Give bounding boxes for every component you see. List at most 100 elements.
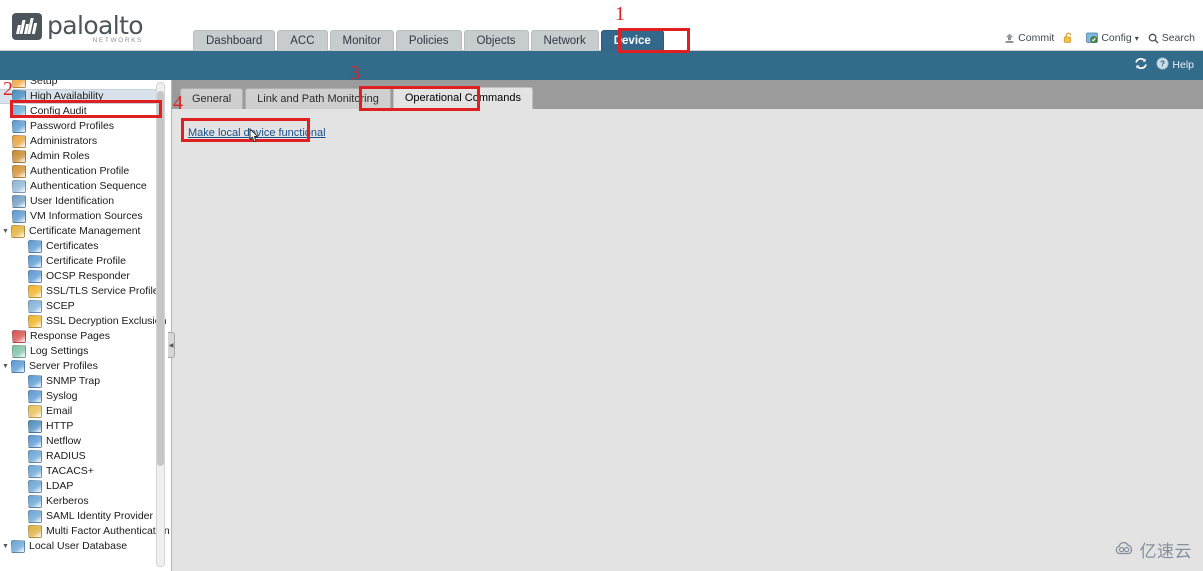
- sidebar-item-setup[interactable]: Setup: [0, 80, 160, 89]
- watermark: 亿速云: [1114, 537, 1193, 562]
- sidebar-item-snmp-trap[interactable]: SNMP Trap: [0, 374, 160, 389]
- svg-text:?: ?: [1160, 59, 1165, 69]
- netflow-icon: [28, 435, 42, 448]
- sidebar-item-label: Certificates: [46, 240, 99, 253]
- vm-info-sources-icon: [12, 210, 26, 223]
- device-sidebar: SetupHigh AvailabilityConfig Audit Passwo…: [0, 80, 172, 571]
- nav-tab-policies[interactable]: Policies: [396, 30, 462, 51]
- sidebar-item-label: Certificate Profile: [46, 255, 126, 268]
- auth-profile-icon: [12, 165, 26, 178]
- sidebar-item-local-user-database[interactable]: ▼ Local User Database: [0, 539, 160, 554]
- sidebar-item-scep[interactable]: SCEP: [0, 299, 160, 314]
- twisty-expand-icon[interactable]: ▼: [0, 224, 11, 239]
- sidebar-item-label: SNMP Trap: [46, 375, 100, 388]
- lock-open-icon: [1063, 32, 1074, 44]
- sidebar-item-ssl-tls-service-profile[interactable]: SSL/TLS Service Profile: [0, 284, 160, 299]
- sidebar-item-certificates[interactable]: Certificates: [0, 239, 160, 254]
- lock-open-button[interactable]: [1063, 32, 1077, 44]
- sidebar-item-password-profiles[interactable]: Password Profiles: [0, 119, 160, 134]
- nav-tab-objects[interactable]: Objects: [464, 30, 529, 51]
- high-availability-icon: [12, 90, 26, 103]
- sidebar-collapse-handle[interactable]: ◀: [168, 332, 175, 358]
- sidebar-item-ssl-decryption-exclusion[interactable]: SSL Decryption Exclusion: [0, 314, 160, 329]
- sidebar-item-vm-information-sources[interactable]: VM Information Sources: [0, 209, 160, 224]
- search-button[interactable]: Search: [1148, 32, 1195, 44]
- snmp-trap-icon: [28, 375, 42, 388]
- sidebar-item-kerberos[interactable]: Kerberos: [0, 494, 160, 509]
- sidebar-item-list: SetupHigh AvailabilityConfig Audit Passwo…: [0, 80, 160, 554]
- sidebar-item-admin-roles[interactable]: Admin Roles: [0, 149, 160, 164]
- sidebar-item-high-availability[interactable]: High Availability: [0, 89, 160, 104]
- content-body: Make local device functional: [172, 109, 1203, 571]
- nav-tab-acc[interactable]: ACC: [277, 30, 327, 51]
- nav-tab-monitor[interactable]: Monitor: [330, 30, 394, 51]
- nav-tab-dashboard[interactable]: Dashboard: [193, 30, 275, 51]
- config-dropdown[interactable]: Config ▾: [1086, 32, 1138, 44]
- nav-tab-network[interactable]: Network: [531, 30, 599, 51]
- sidebar-scrollbar-thumb[interactable]: [157, 91, 164, 466]
- sidebar-item-label: Syslog: [46, 390, 78, 403]
- http-icon: [28, 420, 42, 433]
- config-icon: [1086, 32, 1098, 44]
- sidebar-item-label: Password Profiles: [30, 120, 114, 133]
- brand-name: paloalto: [47, 13, 143, 38]
- help-icon: ?: [1156, 57, 1169, 73]
- sidebar-item-label: Admin Roles: [30, 150, 90, 163]
- sidebar-item-label: SSL Decryption Exclusion: [46, 315, 166, 328]
- sidebar-item-label: Log Settings: [30, 345, 88, 358]
- sidebar-item-authentication-sequence[interactable]: Authentication Sequence: [0, 179, 160, 194]
- sidebar-item-authentication-profile[interactable]: Authentication Profile: [0, 164, 160, 179]
- sub-bar-actions: ? Help: [1134, 57, 1194, 73]
- sidebar-item-radius[interactable]: RADIUS: [0, 449, 160, 464]
- sidebar-item-label: Administrators: [30, 135, 97, 148]
- sidebar-item-label: Kerberos: [46, 495, 89, 508]
- tab-link-and-path-monitoring[interactable]: Link and Path Monitoring: [245, 88, 391, 109]
- local-user-db-icon: [11, 540, 25, 553]
- sub-bar: ? Help: [0, 51, 1203, 80]
- commit-button[interactable]: Commit: [1004, 32, 1054, 44]
- sidebar-item-response-pages[interactable]: Response Pages: [0, 329, 160, 344]
- sidebar-item-ocsp-responder[interactable]: OCSP Responder: [0, 269, 160, 284]
- certificates-icon: [28, 240, 42, 253]
- sidebar-item-tacacs[interactable]: TACACS+: [0, 464, 160, 479]
- tab-operational-commands[interactable]: Operational Commands: [393, 87, 533, 109]
- sidebar-item-label: Config Audit: [30, 105, 87, 118]
- twisty-expand-icon[interactable]: ▼: [0, 539, 11, 554]
- search-label: Search: [1162, 32, 1195, 44]
- sidebar-item-label: SSL/TLS Service Profile: [46, 285, 159, 298]
- refresh-button[interactable]: [1134, 57, 1148, 73]
- nav-tab-device[interactable]: Device: [601, 30, 664, 51]
- twisty-expand-icon[interactable]: ▼: [0, 359, 11, 374]
- sidebar-item-multi-factor-authentication[interactable]: Multi Factor Authentication: [0, 524, 160, 539]
- sidebar-item-certificate-profile[interactable]: Certificate Profile: [0, 254, 160, 269]
- tab-general[interactable]: General: [180, 88, 243, 109]
- header-actions: Commit Config ▾: [1004, 32, 1195, 44]
- sidebar-item-syslog[interactable]: Syslog: [0, 389, 160, 404]
- sidebar-item-saml-identity-provider[interactable]: SAML Identity Provider: [0, 509, 160, 524]
- sidebar-item-label: Server Profiles: [29, 360, 98, 373]
- sidebar-item-label: Setup: [30, 80, 57, 88]
- sidebar-item-user-identification[interactable]: User Identification: [0, 194, 160, 209]
- sidebar-item-label: TACACS+: [46, 465, 94, 478]
- paloalto-logo-mark: [12, 13, 42, 40]
- main-content: GeneralLink and Path MonitoringOperation…: [172, 80, 1203, 571]
- sidebar-item-email[interactable]: Email: [0, 404, 160, 419]
- make-local-device-functional-link[interactable]: Make local device functional: [188, 127, 326, 139]
- sidebar-item-http[interactable]: HTTP: [0, 419, 160, 434]
- paloalto-logo: paloalto NETWORKS: [12, 13, 143, 40]
- sidebar-item-administrators[interactable]: Administrators: [0, 134, 160, 149]
- scep-icon: [28, 300, 42, 313]
- sidebar-item-label: VM Information Sources: [30, 210, 143, 223]
- sidebar-scrollbar[interactable]: [156, 82, 165, 567]
- sidebar-item-log-settings[interactable]: Log Settings: [0, 344, 160, 359]
- sidebar-item-config-audit[interactable]: Config Audit: [0, 104, 160, 119]
- ldap-icon: [28, 480, 42, 493]
- sidebar-item-ldap[interactable]: LDAP: [0, 479, 160, 494]
- sidebar-item-certificate-management[interactable]: ▼ Certificate Management: [0, 224, 160, 239]
- sidebar-item-server-profiles[interactable]: ▼ Server Profiles: [0, 359, 160, 374]
- sidebar-item-label: OCSP Responder: [46, 270, 130, 283]
- sidebar-item-label: Certificate Management: [29, 225, 140, 238]
- help-button[interactable]: ? Help: [1156, 57, 1194, 73]
- sidebar-item-netflow[interactable]: Netflow: [0, 434, 160, 449]
- sidebar-item-label: Local User Database: [29, 540, 127, 553]
